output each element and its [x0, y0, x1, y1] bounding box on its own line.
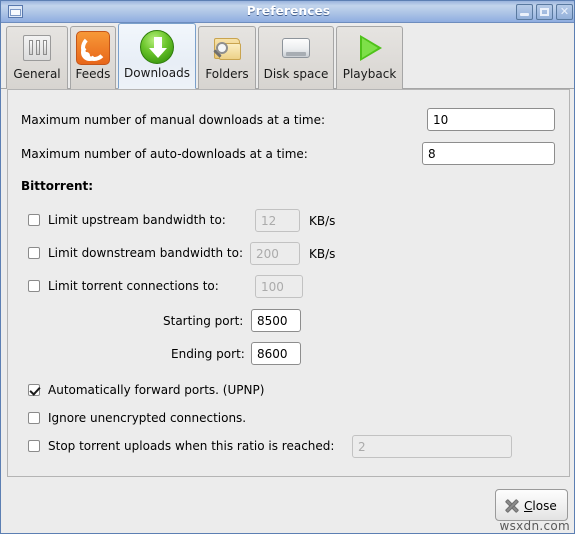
stop-ratio-input[interactable]	[352, 435, 512, 458]
action-bar: Close wsxdn.com	[1, 477, 574, 533]
max-auto-downloads-label: Maximum number of auto-downloads at a ti…	[21, 147, 308, 161]
ending-port-input[interactable]	[251, 342, 301, 365]
ignore-unencrypted-checkbox[interactable]	[28, 412, 40, 424]
upnp-label: Automatically forward ports. (UPNP)	[48, 383, 265, 397]
title-bar: Preferences ✕	[1, 1, 574, 23]
close-button-label: Close	[524, 498, 557, 514]
starting-port-input[interactable]	[251, 309, 301, 332]
tab-strip: General Feeds Downloads Folders Disk spa…	[1, 23, 574, 89]
upnp-checkbox[interactable]	[28, 384, 40, 396]
bittorrent-section-heading: Bittorrent:	[21, 179, 94, 193]
maximize-icon	[540, 8, 549, 16]
limit-upstream-input[interactable]	[255, 209, 300, 232]
close-icon: ✕	[559, 5, 570, 18]
max-manual-downloads-input[interactable]	[427, 108, 555, 131]
limit-downstream-input[interactable]	[250, 242, 300, 265]
tab-general[interactable]: General	[6, 26, 68, 89]
close-button-rest: lose	[532, 499, 557, 513]
limit-downstream-label: Limit downstream bandwidth to:	[48, 246, 243, 260]
tab-downloads-label: Downloads	[124, 66, 190, 80]
x-mark-icon	[504, 498, 520, 514]
limit-upstream-checkbox[interactable]	[28, 214, 40, 226]
starting-port-label: Starting port:	[163, 314, 244, 328]
close-button[interactable]: Close	[495, 489, 568, 521]
tab-disk-space[interactable]: Disk space	[258, 26, 334, 89]
tab-feeds[interactable]: Feeds	[70, 26, 116, 89]
tab-general-label: General	[13, 67, 61, 81]
tab-downloads[interactable]: Downloads	[118, 23, 196, 89]
stop-ratio-checkbox[interactable]	[28, 440, 40, 452]
maximize-button[interactable]	[536, 4, 553, 20]
window-close-button[interactable]: ✕	[556, 4, 573, 20]
tab-feeds-label: Feeds	[75, 67, 111, 81]
minimize-icon	[520, 13, 529, 16]
limit-connections-input[interactable]	[255, 275, 303, 298]
limit-downstream-unit: KB/s	[309, 247, 336, 261]
sliders-icon	[20, 31, 54, 65]
rss-feed-icon	[76, 31, 110, 65]
limit-upstream-unit: KB/s	[309, 214, 336, 228]
limit-downstream-checkbox[interactable]	[28, 247, 40, 259]
folder-search-icon	[210, 31, 244, 65]
limit-connections-label: Limit torrent connections to:	[48, 279, 219, 293]
tab-playback-label: Playback	[342, 67, 397, 81]
play-triangle-icon	[353, 31, 387, 65]
tab-disk-space-label: Disk space	[263, 67, 329, 81]
max-manual-downloads-label: Maximum number of manual downloads at a …	[21, 113, 326, 127]
ending-port-label: Ending port:	[171, 347, 245, 361]
site-watermark: wsxdn.com	[499, 519, 570, 533]
preferences-window: Preferences ✕ General Feeds Downloads Fo…	[0, 0, 575, 534]
minimize-button[interactable]	[516, 4, 533, 20]
stop-ratio-label: Stop torrent uploads when this ratio is …	[48, 439, 335, 453]
limit-upstream-label: Limit upstream bandwidth to:	[48, 213, 226, 227]
tab-folders[interactable]: Folders	[198, 26, 256, 89]
tab-playback[interactable]: Playback	[336, 26, 403, 89]
ignore-unencrypted-label: Ignore unencrypted connections.	[48, 411, 247, 425]
limit-connections-checkbox[interactable]	[28, 280, 40, 292]
max-auto-downloads-input[interactable]	[422, 142, 555, 165]
tab-folders-label: Folders	[205, 67, 249, 81]
window-title: Preferences	[246, 4, 331, 18]
downloads-settings-page: Maximum number of manual downloads at a …	[7, 89, 570, 477]
hard-disk-icon	[279, 31, 313, 65]
download-arrow-icon	[140, 30, 174, 64]
